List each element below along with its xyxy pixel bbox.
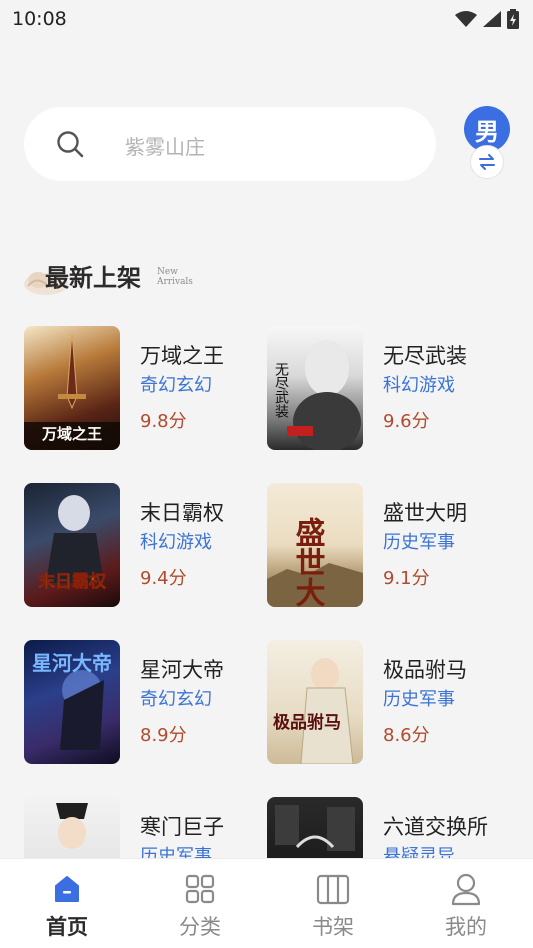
book-title[interactable]: 末日霸权 bbox=[140, 497, 224, 527]
book-item[interactable]: 星河大帝 星河大帝 奇幻玄幻 8.9分 bbox=[24, 640, 264, 766]
tab-category[interactable]: 分类 bbox=[150, 859, 250, 948]
grid-icon bbox=[185, 874, 215, 904]
status-icons bbox=[455, 9, 519, 29]
book-cover[interactable]: 末日霸权 bbox=[24, 483, 120, 607]
swap-gender-button[interactable] bbox=[470, 145, 504, 179]
search-icon[interactable] bbox=[56, 130, 84, 158]
book-genre: 奇幻玄幻 bbox=[140, 375, 212, 396]
status-time: 10:08 bbox=[12, 8, 67, 30]
book-cover[interactable]: 星河大帝 bbox=[24, 640, 120, 764]
book-title[interactable]: 六道交换所 bbox=[383, 811, 488, 841]
section-subtitle: New Arrivals bbox=[157, 267, 217, 287]
book-genre: 历史军事 bbox=[383, 532, 455, 553]
signal-icon bbox=[483, 11, 501, 27]
sword-cover-art: 万域之王 bbox=[24, 333, 120, 450]
book-item[interactable]: 无尽武装 无尽武装 科幻游戏 9.6分 bbox=[267, 326, 507, 452]
tab-bookshelf-label: 书架 bbox=[312, 915, 354, 939]
status-bar: 10:08 bbox=[0, 0, 533, 38]
book-item[interactable]: 盛世大明 盛世大明 历史军事 9.1分 bbox=[267, 483, 507, 609]
apocalypse-cover-art: 末日霸权 bbox=[38, 495, 107, 592]
book-title[interactable]: 无尽武装 bbox=[383, 340, 467, 370]
book-title[interactable]: 星河大帝 bbox=[140, 654, 224, 684]
book-title[interactable]: 盛世大明 bbox=[383, 497, 467, 527]
user-icon bbox=[451, 873, 481, 906]
search-bar[interactable] bbox=[24, 107, 436, 181]
book-item[interactable]: 万域之王 万域之王 奇幻玄幻 9.8分 bbox=[24, 326, 264, 452]
cover-text: 无尽武装 bbox=[273, 362, 289, 418]
wifi-icon bbox=[455, 11, 477, 27]
tab-home-label: 首页 bbox=[46, 915, 88, 939]
tab-profile[interactable]: 我的 bbox=[416, 859, 516, 948]
book-genre: 科幻游戏 bbox=[140, 532, 212, 553]
cover-text: 末日霸权 bbox=[38, 571, 107, 592]
book-score: 9.6分 bbox=[383, 411, 430, 432]
book-cover[interactable]: 无尽武装 bbox=[267, 326, 363, 450]
section-subtitle-line2: Arrivals bbox=[157, 277, 193, 287]
book-cover[interactable]: 万域之王 bbox=[24, 326, 120, 450]
tab-bookshelf[interactable]: 书架 bbox=[283, 859, 383, 948]
book-cover[interactable]: 盛世大明 bbox=[267, 483, 363, 607]
battery-icon bbox=[507, 9, 519, 29]
tab-home[interactable]: 首页 bbox=[17, 859, 117, 948]
galaxy-cover-art: 星河大帝 bbox=[32, 651, 112, 750]
book-score: 8.6分 bbox=[383, 725, 430, 746]
search-placeholder[interactable]: 紫雾山庄 bbox=[125, 131, 205, 160]
warrior-cover-art: 无尽武装 bbox=[273, 340, 361, 450]
book-score: 8.9分 bbox=[140, 725, 187, 746]
home-icon bbox=[55, 876, 79, 902]
book-genre: 历史军事 bbox=[383, 689, 455, 710]
book-title[interactable]: 寒门巨子 bbox=[140, 811, 224, 841]
consort-cover-art: 极品驸马 bbox=[273, 658, 354, 764]
book-item[interactable]: 末日霸权 末日霸权 科幻游戏 9.4分 bbox=[24, 483, 264, 609]
cover-text: 星河大帝 bbox=[32, 651, 112, 675]
swap-icon bbox=[479, 154, 495, 170]
section-subtitle-line1: New bbox=[157, 267, 178, 277]
ming-cover-art: 盛世大明 bbox=[267, 517, 363, 607]
tab-profile-label: 我的 bbox=[445, 915, 487, 939]
book-score: 9.1分 bbox=[383, 568, 430, 589]
gender-label: 男 bbox=[475, 116, 499, 146]
book-item[interactable]: 极品驸马 极品驸马 历史军事 8.6分 bbox=[267, 640, 507, 766]
cover-text: 万域之王 bbox=[41, 425, 102, 443]
book-score: 9.8分 bbox=[140, 411, 187, 432]
book-title[interactable]: 极品驸马 bbox=[383, 654, 467, 684]
book-cover[interactable]: 极品驸马 bbox=[267, 640, 363, 764]
bottom-tab-bar: 首页 分类 书架 我的 bbox=[0, 858, 533, 948]
section-title: 最新上架 bbox=[45, 263, 141, 292]
book-genre: 科幻游戏 bbox=[383, 375, 455, 396]
bookshelf-icon bbox=[316, 874, 350, 905]
book-title[interactable]: 万域之王 bbox=[140, 340, 224, 370]
cover-text: 极品驸马 bbox=[273, 712, 341, 733]
tab-category-label: 分类 bbox=[179, 915, 221, 939]
cover-text: 盛世大明 bbox=[290, 517, 326, 607]
book-genre: 奇幻玄幻 bbox=[140, 689, 212, 710]
book-score: 9.4分 bbox=[140, 568, 187, 589]
